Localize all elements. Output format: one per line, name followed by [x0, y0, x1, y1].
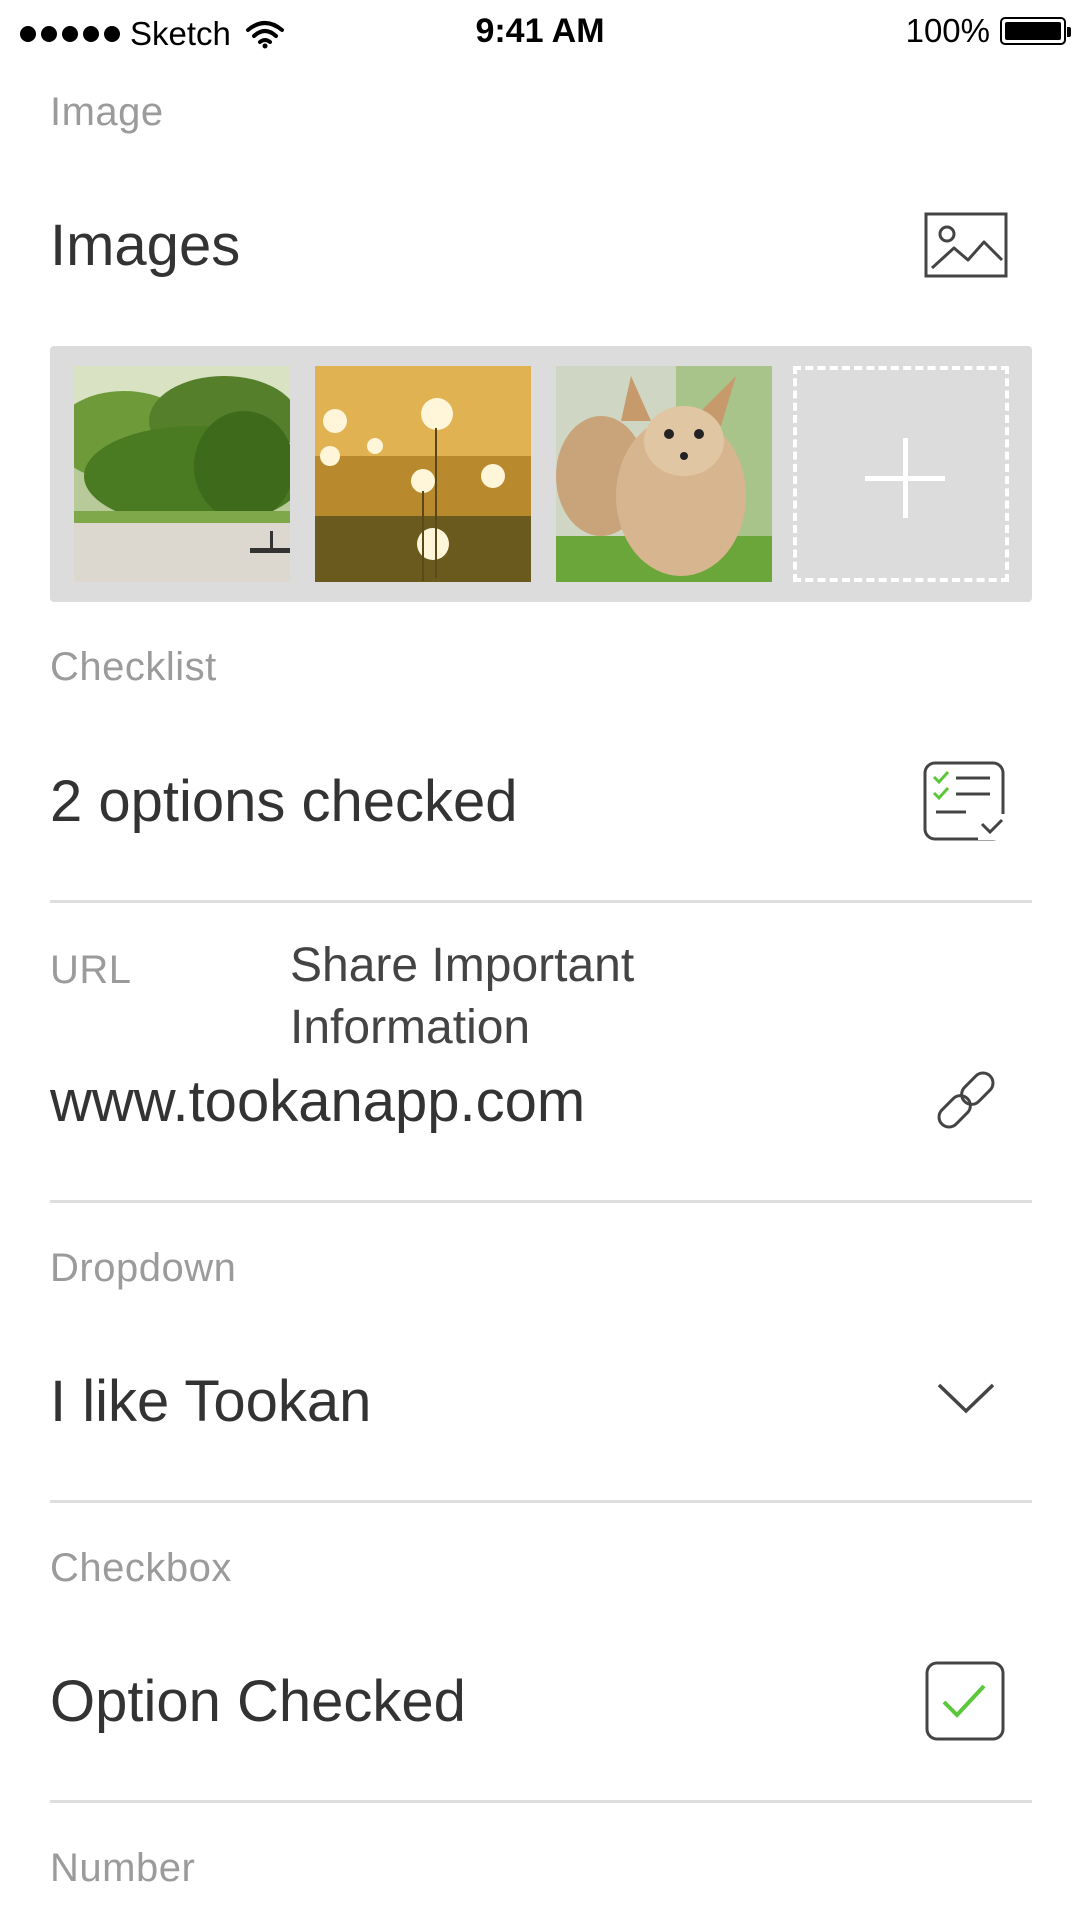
battery-icon	[1000, 17, 1071, 45]
divider	[50, 1500, 1032, 1503]
thumbnail-dandelions[interactable]	[315, 366, 531, 582]
checklist-icon[interactable]	[922, 760, 1010, 842]
status-right: 100%	[905, 12, 1071, 50]
thumbnail-fox-kits[interactable]	[556, 366, 772, 582]
url-field-value[interactable]: www.tookanapp.com	[50, 1068, 585, 1135]
add-image-button[interactable]	[793, 366, 1009, 582]
divider	[50, 1800, 1032, 1803]
chevron-down-icon[interactable]	[936, 1380, 996, 1416]
checkbox-checked-icon[interactable]	[924, 1660, 1006, 1742]
checkbox-section-label: Checkbox	[50, 1546, 232, 1590]
url-section-label: URL	[50, 948, 132, 992]
image-icon[interactable]	[924, 212, 1008, 278]
url-share-text: Share Important Information	[290, 939, 635, 1054]
checklist-field-value[interactable]: 2 options checked	[50, 768, 518, 835]
divider	[50, 1200, 1032, 1203]
checklist-section-label: Checklist	[50, 645, 217, 689]
dropdown-section-label: Dropdown	[50, 1246, 237, 1290]
battery-percent: 100%	[905, 12, 990, 49]
thumbnail-forest-river[interactable]	[74, 366, 290, 582]
number-section-label: Number	[50, 1846, 196, 1890]
status-bar: Sketch 9:41 AM 100%	[0, 0, 1080, 66]
link-icon[interactable]	[928, 1062, 1004, 1138]
image-section-label: Image	[50, 90, 164, 134]
divider	[50, 900, 1032, 903]
checkbox-field-value: Option Checked	[50, 1669, 466, 1734]
dropdown-field-value[interactable]: I like Tookan	[50, 1368, 371, 1435]
images-field-value: Images	[50, 213, 241, 278]
image-thumbnail-strip	[50, 346, 1032, 602]
